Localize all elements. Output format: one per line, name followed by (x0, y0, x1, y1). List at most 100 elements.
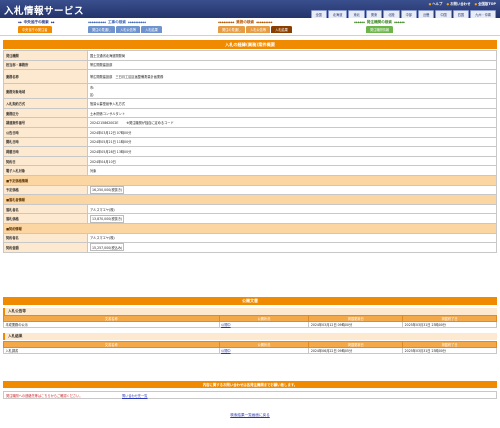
group-row: ■予定価格情報 (3, 174, 497, 186)
row-label: 発注機関 (3, 50, 88, 61)
nav-group-orderer: ◆◆◆◆◆◆ 発注機関の検索 ◆◆◆◆◆◆ 発注機関情報 (354, 19, 405, 35)
national-top-link[interactable]: 全国版TOP (474, 1, 496, 6)
row-label: 公告日時 (3, 126, 88, 138)
detail-row: 業務名称 帯広開発建設部 三日月工区区画整備測量計画業務 (3, 69, 497, 85)
contact-title: 内容に関するお問い合わせは各発注機関までお願い致します。 (3, 381, 497, 388)
detail-row: 電子入札対象 対象 (3, 165, 497, 176)
row-label: 業務名称 (3, 69, 88, 85)
tab-service-result[interactable]: 入札結果 (271, 26, 292, 34)
doc-end: 2025年03月31日 23時00分 (402, 347, 497, 354)
tab-orderer-info[interactable]: 発注機関情報 (366, 26, 394, 34)
nav-group-title: ◆◆◆◆◆◆ 発注機関の検索 ◆◆◆◆◆◆ (354, 19, 405, 24)
row-label: 担当部・事務所 (3, 59, 88, 71)
dots-decoration: ◆◆◆◆◆◆ (354, 20, 365, 24)
dots-decoration: ◆◆ (50, 20, 55, 24)
row-label: 掲載日時 (3, 146, 88, 157)
detail-row: 開札日時 2024年05月21日 11時00分 (3, 136, 497, 148)
area-ward: 区: (90, 93, 95, 98)
tab-construction-result[interactable]: 入札結果 (141, 26, 162, 34)
dots-decoration: ◆◆◆◆◆◆ (393, 20, 405, 24)
category-nav: ◆◆ 中央省庁の検索 ◆◆ 中央省庁の発注者 ◆◆◆◆◆◆◆◆◆◆ 工事の検索 … (0, 18, 500, 36)
doc-status-link[interactable]: 公開中 (218, 347, 310, 354)
table-row: 入札調書 公開中 2024年06月22日 09時05分 2025年03月31日 … (3, 347, 497, 354)
group-row: ■落札者情報 (3, 194, 497, 205)
row-value: 帯広開発建設部 (87, 59, 497, 71)
row-value: 2024年04月10日 (87, 155, 497, 167)
detail-row: 調達案件番号 2024215862002E ※発注機関が独自に定めるコード (3, 117, 497, 128)
contract-group-title: ■契約情報 (3, 222, 497, 234)
nav-group-service: ◆◆◆◆◆◆◆◆◆ 業務の検索 ◆◆◆◆◆◆◆◆◆ 発注の見通し 入札公告等 入… (218, 19, 292, 35)
dots-decoration: ◆◆◆◆◆◆◆◆◆ (218, 20, 235, 24)
back-to-results-link[interactable]: 検索結果一覧画面に戻る (230, 413, 270, 417)
doc-start: 2024年03月12日 09時00分 (308, 321, 404, 328)
koukoku-docs-table: 文書名称 公開状況 掲載更新日 掲載終了日 半成業務の公示 公開中 2024年0… (3, 315, 497, 328)
table-row: 半成業務の公示 公開中 2024年03月12日 09時00分 2025年03月3… (3, 321, 497, 328)
detail-row: 発注機関 国土交通省北海道開発局 (3, 50, 497, 61)
row-value: 15,257,000(税込み) (87, 242, 497, 253)
row-value: 2024年05月28日 13時00分 (87, 146, 497, 157)
help-link[interactable]: ヘルプ (429, 1, 442, 6)
nav-group-central: ◆◆ 中央省庁の検索 ◆◆ 中央省庁の発注者 (18, 19, 55, 35)
doc-name: 半成業務の公示 (3, 321, 220, 328)
contract-amount: 15,257,000(税込み) (90, 243, 125, 252)
row-value: アルスマエヤ(株) (87, 232, 497, 244)
row-label: 業務区分 (3, 107, 88, 119)
row-label: 契約金額 (3, 242, 88, 253)
price-group-title: ■予定価格情報 (3, 174, 497, 186)
row-value: 国土交通省北海道開発局 (87, 50, 497, 61)
group-row: ■契約情報 (3, 222, 497, 234)
tab-service-notice[interactable]: 入札公告等 (246, 26, 271, 34)
contact-list-link[interactable]: 問い合わせ先一覧 (122, 393, 148, 398)
nav-group-title: ◆◆◆◆◆◆◆◆◆◆ 工事の検索 ◆◆◆◆◆◆◆◆◆◆ (88, 19, 146, 24)
row-value: 対象 (87, 165, 497, 176)
row-label: 契約者名 (3, 232, 88, 244)
dots-decoration: ◆◆◆◆◆◆◆◆◆◆ (88, 20, 106, 24)
dots-decoration: ◆◆◆◆◆◆◆◆◆◆ (127, 20, 146, 24)
detail-row: 落札価格 13,870,000(税抜き) (3, 213, 497, 224)
detail-section-title: 入札の経緯(業務)案件概要 (3, 40, 497, 49)
row-value: 2024年05月21日 11時00分 (87, 136, 497, 148)
detail-row: 契約日 2024年04月10日 (3, 155, 497, 167)
row-label: 業務対象地域 (3, 83, 88, 100)
procurement-note: ※発注機関が独自に定めるコード (126, 121, 174, 126)
detail-row: 担当部・事務所 帯広開発建設部 (3, 59, 497, 71)
header-links: ヘルプ お問い合わせ 全国版TOP (429, 1, 496, 6)
contact-label: 発注機関への連絡先等はこちらからご確認ください。 (6, 393, 83, 398)
row-label: 予定価格 (3, 184, 88, 196)
row-value: 帯広開発建設部 三日月工区区画整備測量計画業務 (87, 69, 497, 85)
dots-decoration: ◆◆◆◆◆◆◆◆◆ (256, 20, 273, 24)
procurement-number: 2024215862002E (90, 121, 119, 126)
nav-group-title: ◆◆ 中央省庁の検索 ◆◆ (18, 19, 55, 24)
planned-price: 16,250,000(税抜き) (90, 185, 125, 194)
tab-construction-notice[interactable]: 入札公告等 (116, 26, 141, 34)
row-value: 16,250,000(税抜き) (87, 184, 497, 196)
doc-start: 2024年06月22日 09時05分 (308, 347, 404, 354)
tab-central-orderer[interactable]: 中央省庁の発注者 (18, 26, 52, 34)
detail-row: 業務区分 土木関係コンサルタント (3, 107, 497, 119)
dots-decoration: ◆◆ (18, 20, 22, 24)
doc-name: 入札調書 (3, 347, 220, 354)
tab-service-outlook[interactable]: 発注の見通し (218, 26, 246, 34)
back-row: 検索結果一覧画面に戻る (0, 413, 500, 418)
attachments-title: 公開文書 (3, 297, 497, 305)
detail-row: 掲載日時 2024年05月28日 13時00分 (3, 146, 497, 157)
doc-status-link[interactable]: 公開中 (218, 321, 310, 328)
winning-price: 13,870,000(税抜き) (90, 214, 125, 223)
detail-row: 契約者名 アルスマエヤ(株) (3, 232, 497, 244)
kekka-docs-table: 文書名称 公開状況 掲載更新日 掲載終了日 入札調書 公開中 2024年06月2… (3, 341, 497, 354)
row-value: 2024215862002E ※発注機関が独自に定めるコード (87, 117, 497, 128)
row-value: 13,870,000(税抜き) (87, 213, 497, 224)
row-label: 入札契約方式 (3, 98, 88, 109)
site-title: 入札情報サービス (4, 6, 85, 17)
detail-table: 発注機関 国土交通省北海道開発局 担当部・事務所 帯広開発建設部 業務名称 帯広開発建… (3, 50, 497, 253)
tab-construction-outlook[interactable]: 発注の見通し (88, 26, 116, 34)
row-label: 電子入札対象 (3, 165, 88, 176)
contact-link[interactable]: お問い合わせ (446, 1, 470, 6)
kekka-subsection-title: 入札結果 (3, 333, 497, 340)
row-value: 簡易公募型競争入札方式 (87, 98, 497, 109)
row-value: 市: 区: (87, 83, 497, 100)
row-label: 調達案件番号 (3, 117, 88, 128)
row-label: 契約日 (3, 155, 88, 167)
contact-row: 発注機関への連絡先等はこちらからご確認ください。 問い合わせ先一覧 (3, 391, 497, 399)
row-value: アルスマエヤ(株) (87, 203, 497, 215)
